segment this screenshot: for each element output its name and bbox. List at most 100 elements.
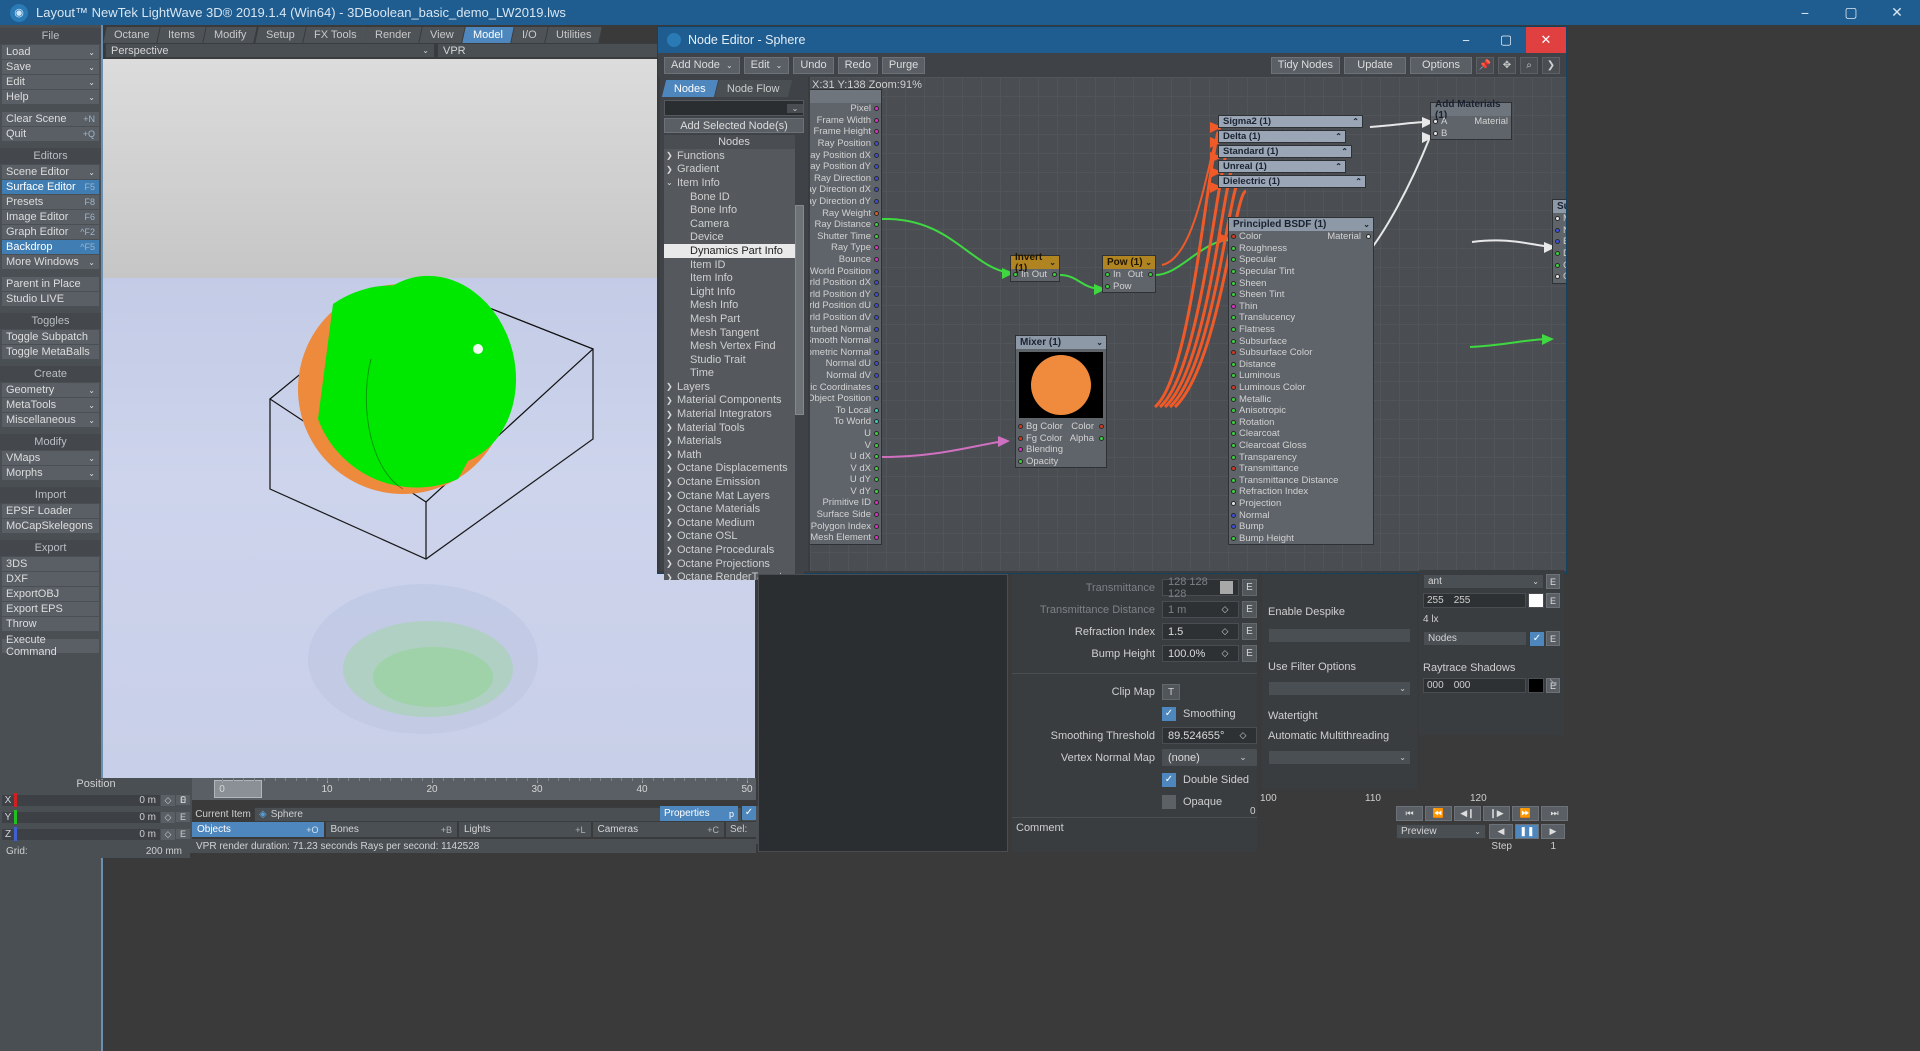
node-input-port[interactable]: Bump Height (1229, 532, 1373, 544)
node-output-port[interactable]: Pixel (810, 103, 881, 115)
node-output-port[interactable]: U dY (810, 474, 881, 486)
chevron-right-icon[interactable]: ❯ (666, 437, 677, 446)
node-tree-item[interactable]: Mesh Vertex Find (664, 339, 804, 353)
sidebar-item-exportobj[interactable]: ExportOBJ (2, 587, 99, 601)
node-output-port[interactable]: World Position dV (810, 312, 881, 324)
sidebar-item-backdrop[interactable]: Backdrop ^F5 (2, 240, 99, 254)
chevron-down-icon[interactable]: ⌄ (422, 46, 429, 55)
node-spot-info[interactable]: Spot InfoPixelFrame WidthFrame HeightRay… (810, 89, 882, 545)
node-input-port[interactable]: Clip (1553, 259, 1566, 271)
node-header[interactable]: Principled BSDF (1) ⌄ (1229, 218, 1373, 231)
ant-dropdown-icon[interactable]: ⌄ (1532, 577, 1539, 586)
node-output-port[interactable]: World Position dU (810, 300, 881, 312)
node-tree-item[interactable]: Studio Trait (664, 353, 804, 367)
sidebar-item-metatools[interactable]: MetaTools ⌄ (2, 398, 99, 412)
node-output-port[interactable]: Perturbed Normal (810, 323, 881, 335)
smoothing-threshold-field[interactable]: 89.524655° ◇ (1162, 727, 1257, 744)
property-field[interactable]: 1.5 ◇ (1162, 623, 1239, 640)
node-output-port[interactable]: To Local (810, 404, 881, 416)
close-button[interactable]: ✕ (1874, 0, 1920, 25)
node-input-port[interactable]: Bump (1229, 521, 1373, 533)
node-output-port[interactable]: To World (810, 416, 881, 428)
axis-spinner-icon[interactable]: ◇ (161, 828, 175, 840)
sidebar-item-clear-scene[interactable]: Clear Scene +N (2, 112, 99, 126)
node-input-port[interactable]: Specular (1229, 254, 1373, 266)
sidebar-item-toggle-metaballs[interactable]: Toggle MetaBalls (2, 345, 99, 359)
node-port-row[interactable]: A Material (1431, 116, 1511, 128)
node-output-port[interactable]: World Position dY (810, 289, 881, 301)
node-output-port[interactable]: Ray Direction dX (810, 184, 881, 196)
sidebar-item-mocapskelegons[interactable]: MoCapSkelegons (2, 519, 99, 533)
node-tree-item[interactable]: ❯ Octane Mat Layers (664, 489, 804, 503)
node-tree-item[interactable]: ❯ Material Tools (664, 421, 804, 435)
node-input-port[interactable]: Metallic (1229, 393, 1373, 405)
node-input-port[interactable]: Material (1553, 213, 1566, 225)
node-tree-item[interactable]: Item ID (664, 258, 804, 272)
node-input-port[interactable]: OpenGL (1553, 271, 1566, 283)
node-input-port[interactable]: Normal (1553, 225, 1566, 237)
node-mixer[interactable]: Mixer (1) ⌄ Bg Color Color Fg Color Alpha Ble… (1015, 335, 1107, 469)
node-header[interactable]: Pow (1) ⌄ (1103, 256, 1155, 269)
property-color-swatch[interactable] (1219, 581, 1233, 594)
node-canvas[interactable]: X:31 Y:138 Zoom:91% Pixel Frame Width Fr… (810, 77, 1566, 571)
node-output-port[interactable]: Ray Type (810, 242, 881, 254)
node-tree-item[interactable]: Mesh Part (664, 312, 804, 326)
node-tree-item[interactable]: ❯ Octane OSL (664, 530, 804, 544)
node-toolbar-edit[interactable]: Edit ⌄ (743, 56, 790, 74)
chevron-up-icon[interactable]: ⌃ (1335, 132, 1342, 141)
property-edit-button[interactable]: E (1242, 579, 1257, 596)
item-tab-cameras[interactable]: Cameras +C (592, 822, 724, 837)
collapsed-node-sigma2[interactable]: Sigma2 (1) ⌃ (1218, 115, 1363, 128)
item-tab-objects[interactable]: Objects +O (192, 822, 324, 837)
node-header[interactable]: Invert (1) ⌄ (1011, 252, 1059, 274)
node-output-port[interactable]: Shutter Time (810, 231, 881, 243)
node-output-port[interactable]: Smooth Normal (810, 335, 881, 347)
node-tree-scrollbar[interactable] (795, 135, 804, 580)
node-tree-item[interactable]: ❯ Octane Projections (664, 557, 804, 571)
property-spinner-icon[interactable]: ◇ (1217, 648, 1233, 659)
minimize-button[interactable]: − (1782, 0, 1828, 25)
node-output-port[interactable]: Frame Height (810, 126, 881, 138)
collapsed-node-dielectric[interactable]: Dielectric (1) ⌃ (1218, 175, 1366, 188)
property-spinner-icon[interactable]: ◇ (1217, 604, 1233, 615)
collapsed-node-standard[interactable]: Standard (1) ⌃ (1218, 145, 1352, 158)
chevron-right-icon[interactable]: ❯ (666, 478, 677, 487)
filter-options-select[interactable]: ⌄ (1268, 681, 1411, 696)
transport-step-back-button[interactable]: ◀❙ (1454, 806, 1481, 821)
panel-resize-arrow-icon[interactable]: ↘ (1548, 675, 1558, 689)
node-input-port[interactable]: Sheen (1229, 277, 1373, 289)
node-tree-item[interactable]: ❯ Octane Procedurals (664, 543, 804, 557)
node-tree-item[interactable]: ❯ Gradient (664, 163, 804, 177)
node-output-port[interactable]: Ray Position (810, 138, 881, 150)
move-icon[interactable]: ✥ (1498, 56, 1516, 74)
property-edit-button[interactable]: E (1242, 623, 1257, 640)
transport-last-frame-button[interactable]: ⏭ (1541, 806, 1568, 821)
node-input-port[interactable]: Displacement (1553, 248, 1566, 260)
tab-fx-tools[interactable]: FX Tools (302, 27, 368, 43)
node-output-port[interactable]: Ray Position dY (810, 161, 881, 173)
despike-field[interactable] (1268, 628, 1411, 643)
node-input-port[interactable]: Opacity (1016, 456, 1106, 468)
node-tree-item[interactable]: Light Info (664, 285, 804, 299)
node-port-row[interactable]: Bg Color Color (1016, 421, 1106, 433)
node-input-port[interactable]: Blending (1016, 444, 1106, 456)
item-tab-bones[interactable]: Bones +B (325, 822, 457, 837)
nodes-select[interactable]: Nodes (1423, 631, 1527, 646)
node-tree-item[interactable]: Time (664, 367, 804, 381)
sidebar-item-edit[interactable]: Edit ⌄ (2, 75, 99, 89)
node-input-port[interactable]: Projection (1229, 498, 1373, 510)
nodes-edit-icon[interactable]: E (1546, 631, 1560, 646)
node-output-port[interactable]: V dX (810, 462, 881, 474)
node-output-port[interactable]: World Position (810, 265, 881, 277)
node-port-row[interactable]: Fg Color Alpha (1016, 433, 1106, 445)
node-output-port[interactable]: Mesh Element (810, 532, 881, 544)
chevron-right-icon[interactable]: ❯ (666, 410, 677, 419)
node-tree-item[interactable]: Device (664, 231, 804, 245)
node-input-port[interactable]: Transparency (1229, 451, 1373, 463)
node-input-port[interactable]: Translucency (1229, 312, 1373, 324)
node-output-port[interactable]: Normal dU (810, 358, 881, 370)
chevron-down-icon[interactable]: ⌄ (1145, 258, 1152, 267)
node-input-port[interactable]: Luminous Color (1229, 382, 1373, 394)
viewport-select-0[interactable]: Perspective ⌄ (105, 43, 435, 58)
sidebar-item-throw[interactable]: Throw (2, 617, 99, 631)
